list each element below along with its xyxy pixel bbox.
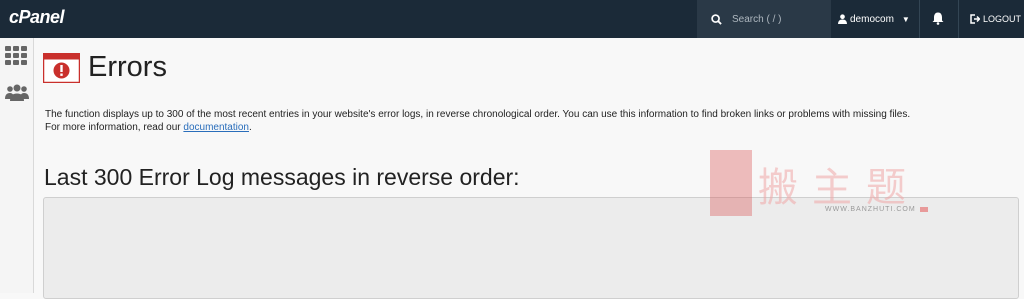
watermark-url-text: WWW.BANZHUTI.COM [825, 206, 916, 213]
description-main: The function displays up to 300 of the m… [45, 109, 911, 120]
username: democom [850, 13, 894, 25]
logout-button[interactable]: LOGOUT [970, 0, 1021, 38]
page-title: Errors [88, 51, 167, 83]
log-section-heading: Last 300 Error Log messages in reverse o… [44, 164, 520, 190]
logout-icon [970, 14, 980, 24]
bell-icon[interactable] [932, 12, 944, 25]
description-period: . [249, 122, 252, 133]
user-icon [838, 14, 847, 24]
error-page-icon [43, 52, 80, 83]
navbar-divider [919, 0, 920, 38]
navbar-divider [958, 0, 959, 38]
cpanel-logo[interactable]: cPanel [9, 7, 65, 28]
users-icon[interactable] [5, 84, 29, 101]
apps-grid-icon[interactable] [5, 46, 27, 65]
description-more: For more information, read our [45, 122, 184, 133]
search-input[interactable] [730, 12, 814, 26]
user-menu[interactable]: democom ▼ [838, 0, 910, 38]
search-icon [711, 13, 722, 25]
watermark-text: 搬主题 [758, 165, 920, 211]
top-navbar: cPanel democom ▼ LOGOUT [0, 0, 1024, 38]
page-header: Errors [43, 51, 167, 84]
watermark-url: WWW.BANZHUTI.COM [825, 206, 928, 213]
caret-down-icon: ▼ [901, 14, 910, 24]
logout-label: LOGOUT [983, 14, 1022, 24]
sidebar [0, 38, 34, 293]
search-box[interactable] [697, 0, 831, 38]
watermark-mark [919, 207, 928, 212]
documentation-link[interactable]: documentation [183, 122, 249, 133]
watermark-seal [710, 150, 752, 216]
page-description: The function displays up to 300 of the m… [45, 108, 1024, 134]
